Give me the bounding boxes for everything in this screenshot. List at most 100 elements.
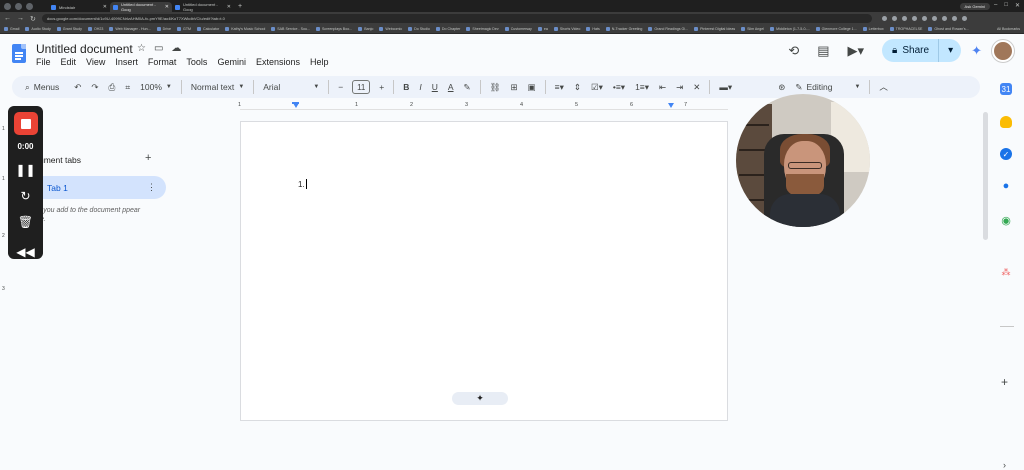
align-icon[interactable]: ≡▾	[550, 82, 569, 93]
input-tools-icon[interactable]: ▬▾	[714, 82, 737, 93]
bold-icon[interactable]: B	[398, 82, 414, 92]
menus-search[interactable]: ⌕ Menus	[20, 82, 69, 93]
extension-icon[interactable]	[921, 16, 927, 21]
bookmark[interactable]: Kathy's Music School	[225, 27, 265, 31]
close-icon[interactable]: ✕	[227, 4, 231, 10]
docs-logo-icon[interactable]	[12, 44, 26, 63]
menu-view[interactable]: View	[86, 57, 105, 67]
extension-icon[interactable]	[941, 16, 947, 21]
restart-icon[interactable]: ↻	[20, 189, 30, 203]
undo-icon[interactable]: ↶	[69, 82, 86, 93]
italic-icon[interactable]: I	[414, 82, 426, 92]
comment-icon[interactable]: ⊞	[505, 82, 522, 93]
more-vert-icon[interactable]: ⋮	[147, 182, 156, 193]
maximize-icon[interactable]: □	[1004, 2, 1008, 9]
ask-gemini-button[interactable]: Ask Gemini	[959, 2, 990, 10]
font-size-input[interactable]: 11	[352, 80, 371, 94]
paint-format-icon[interactable]: ⌗	[120, 82, 135, 93]
bookmark[interactable]: Gmail	[4, 27, 19, 31]
url-input[interactable]: docs.google.com/document/d/1c9U-4099CNrI…	[41, 14, 872, 23]
gemini-bubble[interactable]: ✦	[452, 392, 508, 405]
document-text[interactable]: 1.	[298, 179, 307, 189]
extension-icon[interactable]	[911, 16, 917, 21]
webcam-overlay[interactable]	[736, 94, 870, 227]
close-icon[interactable]: ✕	[165, 4, 169, 10]
browser-tab[interactable]: Mindstair ✕	[48, 2, 110, 12]
bookmark[interactable]: Calculator	[197, 27, 219, 31]
bookmark[interactable]: Glenmore College 1...	[816, 27, 857, 31]
chevron-up-icon[interactable]: ︿	[874, 81, 893, 93]
bookmark[interactable]: Grand Readings Gi...	[648, 27, 688, 31]
gemini-assist-icon[interactable]: ⊛	[773, 82, 790, 93]
rewind-icon[interactable]: ◀◀	[16, 245, 34, 259]
bookmark[interactable]: Do Chapter	[436, 27, 460, 31]
bookmark[interactable]: Do Studio	[408, 27, 430, 31]
menu-gemini[interactable]: Gemini	[217, 57, 246, 67]
bookmark[interactable]: Webcomic	[379, 27, 402, 31]
font-select[interactable]: Arial ▼	[258, 82, 324, 92]
cloud-status-icon[interactable]: ☁	[171, 43, 181, 54]
browser-tab[interactable]: Untitled document - Goog ✕	[172, 2, 234, 12]
menu-edit[interactable]: Edit	[61, 57, 77, 67]
increase-indent-icon[interactable]: ⇥	[671, 82, 688, 93]
add-tab-icon[interactable]: +	[145, 152, 151, 164]
style-select[interactable]: Normal text ▼	[186, 82, 249, 92]
contacts-icon[interactable]: ●	[1000, 180, 1012, 192]
menu-dots-icon[interactable]	[961, 16, 967, 21]
extension-icon[interactable]	[901, 16, 907, 21]
link-icon[interactable]: ⛓	[485, 82, 506, 93]
new-tab-icon[interactable]: +	[238, 3, 242, 10]
version-history-icon[interactable]: ⟲	[788, 43, 799, 59]
bookmark[interactable]: Ghost and Rowan's...	[928, 27, 968, 31]
move-folder-icon[interactable]: ▭	[154, 43, 163, 54]
bookmark[interactable]: Middleton (1-7-5-0-...	[770, 27, 810, 31]
tab-item[interactable]: Tab 1 ⋮	[28, 176, 166, 199]
line-spacing-icon[interactable]: ⇕	[569, 82, 586, 93]
bookmark[interactable]: Hats	[586, 27, 599, 31]
checklist-icon[interactable]: ☑▾	[586, 82, 608, 93]
bookmark[interactable]: OH23	[88, 27, 103, 31]
bookmark[interactable]: Shorts Video	[554, 27, 581, 31]
left-indent-marker[interactable]	[293, 103, 299, 108]
bookmark[interactable]: Drive	[157, 27, 171, 31]
add-addon-icon[interactable]: +	[1001, 375, 1008, 389]
trash-icon[interactable]: 🗑︎	[18, 215, 33, 229]
bookmark[interactable]: GTM	[177, 27, 191, 31]
vertical-ruler[interactable]: 1 1 2 3	[0, 118, 8, 414]
bookmark[interactable]: Sheetmagic Dev	[466, 27, 498, 31]
pause-icon[interactable]: ❚❚	[15, 163, 35, 177]
menu-file[interactable]: File	[36, 57, 51, 67]
menu-tools[interactable]: Tools	[186, 57, 207, 67]
meet-icon[interactable]: ▶▾	[848, 43, 865, 59]
forward-icon[interactable]: →	[17, 15, 24, 22]
bookmark[interactable]: ea	[538, 27, 548, 31]
maps-icon[interactable]: ◉	[1000, 214, 1012, 227]
zoom-select[interactable]: 100% ▼	[135, 82, 177, 92]
editing-mode-select[interactable]: ✎ Editing ▼	[790, 82, 865, 93]
decrease-indent-icon[interactable]: ⇤	[654, 82, 671, 93]
all-bookmarks[interactable]: All Bookmarks	[997, 27, 1020, 31]
tasks-icon[interactable]: ✓	[1000, 148, 1012, 160]
browser-tab-active[interactable]: Untitled document - Goog ✕	[110, 2, 172, 12]
decrease-font-icon[interactable]: −	[333, 82, 348, 92]
clear-formatting-icon[interactable]: ✕	[688, 82, 705, 93]
highlight-icon[interactable]: ✎	[459, 82, 476, 93]
bookmark[interactable]: Web Manager - Hun...	[109, 27, 150, 31]
minimize-icon[interactable]: –	[994, 2, 997, 9]
avatar[interactable]	[992, 39, 1014, 62]
share-button[interactable]: 🔒︎ Share ▾	[882, 39, 962, 62]
stop-recording-button[interactable]	[13, 112, 38, 135]
share-dropdown-icon[interactable]: ▾	[948, 45, 953, 56]
document-title[interactable]: Untitled document	[36, 42, 133, 56]
keep-icon[interactable]	[1000, 116, 1012, 128]
menu-format[interactable]: Format	[148, 57, 177, 67]
back-icon[interactable]: ←	[4, 15, 11, 22]
bookmark[interactable]: Pinterest Digital Ideas	[694, 27, 735, 31]
scrollbar[interactable]	[983, 112, 988, 240]
close-icon[interactable]: ✕	[103, 4, 107, 10]
increase-font-icon[interactable]: +	[374, 82, 389, 92]
chevron-right-icon[interactable]: ›	[1003, 460, 1006, 470]
extension-icon[interactable]	[881, 16, 887, 21]
redo-icon[interactable]: ↷	[86, 82, 103, 93]
profile-icon[interactable]	[951, 16, 957, 21]
